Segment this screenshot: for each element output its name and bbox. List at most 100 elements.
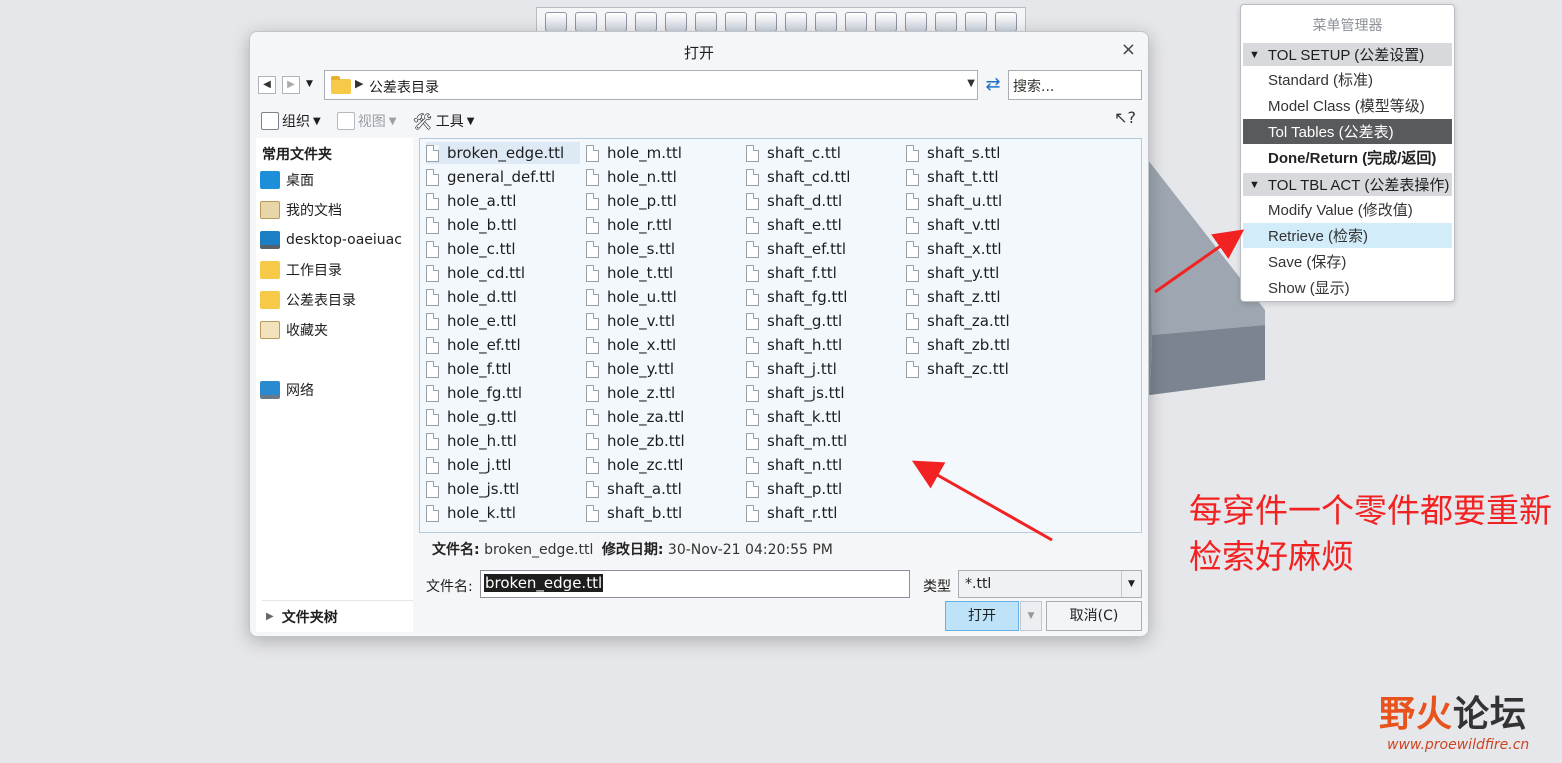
file-item[interactable]: hole_s.ttl — [586, 238, 675, 260]
file-item[interactable]: general_def.ttl — [426, 166, 555, 188]
file-item[interactable]: hole_y.ttl — [586, 358, 674, 380]
toolbar-tool-icon[interactable] — [815, 12, 837, 32]
toolbar-tool-icon[interactable] — [905, 12, 927, 32]
address-bar[interactable]: ▶ 公差表目录 ▼ — [324, 70, 978, 100]
toolbar-tool-icon[interactable] — [755, 12, 777, 32]
recent-dropdown-icon[interactable]: ▼ — [306, 79, 313, 89]
cancel-button[interactable]: 取消(C) — [1046, 601, 1142, 631]
help-cursor-icon[interactable]: ↖? — [1114, 108, 1136, 127]
menu-item-tol-tables[interactable]: Tol Tables (公差表) — [1243, 119, 1452, 144]
file-item[interactable]: hole_r.ttl — [586, 214, 672, 236]
file-item[interactable]: hole_x.ttl — [586, 334, 676, 356]
file-item[interactable]: shaft_m.ttl — [746, 430, 847, 452]
sidebar-item-computer[interactable]: desktop-oaeiuac — [260, 228, 402, 252]
file-item[interactable]: shaft_v.ttl — [906, 214, 1000, 236]
forward-arrow-icon[interactable]: ▶ — [282, 76, 300, 94]
sidebar-item-network[interactable]: 网络 — [260, 378, 314, 402]
address-dropdown-icon[interactable]: ▼ — [967, 78, 975, 89]
toolbar-tool-icon[interactable] — [995, 12, 1017, 32]
file-item[interactable]: hole_ef.ttl — [426, 334, 521, 356]
file-item[interactable]: hole_za.ttl — [586, 406, 684, 428]
sidebar-item-working-dir[interactable]: 工作目录 — [260, 258, 342, 282]
toolbar-tool-icon[interactable] — [845, 12, 867, 32]
organize-menu[interactable]: 组织 ▼ — [258, 111, 324, 131]
file-item[interactable]: shaft_cd.ttl — [746, 166, 850, 188]
file-item[interactable]: shaft_c.ttl — [746, 142, 841, 164]
file-item[interactable]: hole_k.ttl — [426, 502, 516, 524]
toolbar-tool-icon[interactable] — [935, 12, 957, 32]
file-item[interactable]: hole_f.ttl — [426, 358, 511, 380]
file-item[interactable]: hole_js.ttl — [426, 478, 519, 500]
toolbar-tool-icon[interactable] — [635, 12, 657, 32]
menu-item-retrieve[interactable]: Retrieve (检索) — [1243, 223, 1452, 248]
back-arrow-icon[interactable]: ◀ — [258, 76, 276, 94]
file-item[interactable]: hole_v.ttl — [586, 310, 675, 332]
file-item[interactable]: hole_t.ttl — [586, 262, 673, 284]
tol-setup-header[interactable]: ▼ TOL SETUP (公差设置) — [1243, 43, 1452, 66]
file-item[interactable]: shaft_k.ttl — [746, 406, 841, 428]
type-select[interactable]: *.ttl ▼ — [958, 570, 1142, 598]
toolbar-tool-icon[interactable] — [695, 12, 717, 32]
toolbar-tool-icon[interactable] — [575, 12, 597, 32]
sidebar-item-favorites[interactable]: 收藏夹 — [260, 318, 328, 342]
search-input[interactable]: 搜索... — [1008, 70, 1142, 100]
file-item[interactable]: shaft_y.ttl — [906, 262, 999, 284]
file-item[interactable]: shaft_j.ttl — [746, 358, 837, 380]
file-item[interactable]: shaft_zc.ttl — [906, 358, 1009, 380]
file-item[interactable]: shaft_zb.ttl — [906, 334, 1010, 356]
file-item[interactable]: shaft_d.ttl — [746, 190, 842, 212]
file-item[interactable]: shaft_fg.ttl — [746, 286, 847, 308]
file-item[interactable]: hole_a.ttl — [426, 190, 516, 212]
toolbar-tool-icon[interactable] — [965, 12, 987, 32]
file-item[interactable]: hole_n.ttl — [586, 166, 677, 188]
file-item[interactable]: shaft_js.ttl — [746, 382, 845, 404]
sidebar-item-desktop[interactable]: 桌面 — [260, 168, 314, 192]
file-item[interactable]: hole_b.ttl — [426, 214, 517, 236]
file-item[interactable]: shaft_t.ttl — [906, 166, 999, 188]
menu-item-model-class[interactable]: Model Class (模型等级) — [1243, 93, 1452, 118]
menu-item-show[interactable]: Show (显示) — [1243, 275, 1452, 300]
toolbar-tool-icon[interactable] — [785, 12, 807, 32]
file-item[interactable]: hole_c.ttl — [426, 238, 516, 260]
toolbar-tool-icon[interactable] — [725, 12, 747, 32]
menu-item-modify-value[interactable]: Modify Value (修改值) — [1243, 197, 1452, 222]
file-item[interactable]: shaft_za.ttl — [906, 310, 1010, 332]
sidebar-item-documents[interactable]: 我的文档 — [260, 198, 342, 222]
view-menu[interactable]: 视图 ▼ — [334, 111, 400, 131]
file-item[interactable]: hole_d.ttl — [426, 286, 517, 308]
tools-menu[interactable]: 🛠 工具 ▼ — [409, 111, 477, 131]
toolbar-tool-icon[interactable] — [605, 12, 627, 32]
file-item[interactable]: hole_zb.ttl — [586, 430, 685, 452]
open-button[interactable]: 打开 — [945, 601, 1019, 631]
file-item[interactable]: hole_e.ttl — [426, 310, 517, 332]
file-item[interactable]: hole_p.ttl — [586, 190, 677, 212]
file-item[interactable]: shaft_ef.ttl — [746, 238, 846, 260]
file-item[interactable]: broken_edge.ttl — [426, 142, 580, 164]
menu-item-standard[interactable]: Standard (标准) — [1243, 67, 1452, 92]
toolbar-tool-icon[interactable] — [875, 12, 897, 32]
file-item[interactable]: hole_cd.ttl — [426, 262, 525, 284]
menu-item-done-return[interactable]: Done/Return (完成/返回) — [1243, 145, 1452, 170]
file-item[interactable]: shaft_p.ttl — [746, 478, 842, 500]
file-item[interactable]: shaft_e.ttl — [746, 214, 842, 236]
file-item[interactable]: shaft_u.ttl — [906, 190, 1002, 212]
file-item[interactable]: shaft_h.ttl — [746, 334, 842, 356]
menu-item-save[interactable]: Save (保存) — [1243, 249, 1452, 274]
file-item[interactable]: hole_m.ttl — [586, 142, 682, 164]
file-item[interactable]: shaft_z.ttl — [906, 286, 1000, 308]
file-item[interactable]: shaft_s.ttl — [906, 142, 1000, 164]
refresh-icon[interactable]: ⇄ — [980, 71, 1006, 99]
file-item[interactable]: shaft_a.ttl — [586, 478, 682, 500]
file-item[interactable]: hole_zc.ttl — [586, 454, 683, 476]
file-item[interactable]: shaft_g.ttl — [746, 310, 842, 332]
filename-input[interactable]: broken_edge.ttl — [480, 570, 910, 598]
tol-tbl-act-header[interactable]: ▼ TOL TBL ACT (公差表操作) — [1243, 173, 1452, 196]
close-icon[interactable]: × — [1121, 39, 1136, 60]
open-dropdown-icon[interactable]: ▼ — [1020, 601, 1042, 631]
file-item[interactable]: shaft_x.ttl — [906, 238, 1002, 260]
toolbar-tool-icon[interactable] — [665, 12, 687, 32]
sidebar-item-tol-dir[interactable]: 公差表目录 — [260, 288, 356, 312]
file-item[interactable]: shaft_n.ttl — [746, 454, 842, 476]
toolbar-tool-icon[interactable] — [545, 12, 567, 32]
folder-tree-toggle[interactable]: ▶ 文件夹树 — [262, 600, 413, 632]
